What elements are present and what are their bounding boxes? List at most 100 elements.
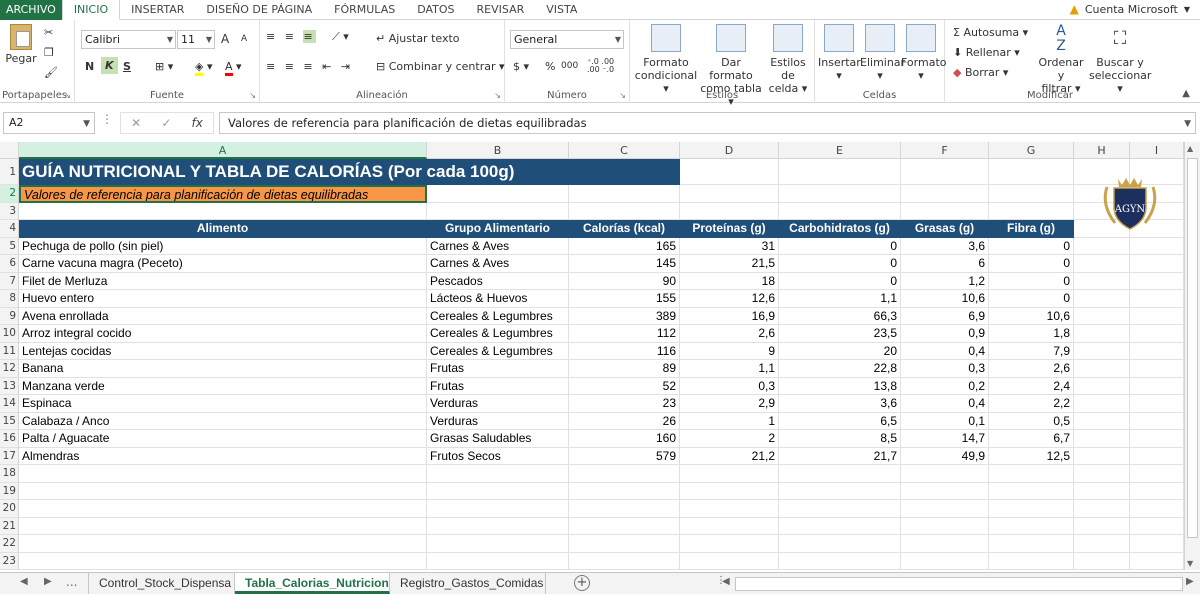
cell[interactable] xyxy=(779,465,901,483)
cell[interactable] xyxy=(680,185,779,203)
cell[interactable] xyxy=(427,202,569,220)
cell[interactable] xyxy=(1074,272,1130,290)
tab-revisar[interactable]: REVISAR xyxy=(466,0,536,20)
food-name-cell[interactable]: Palta / Aguacate xyxy=(19,430,427,448)
underline-button[interactable]: S xyxy=(123,60,131,73)
nutrient-value-cell[interactable]: 2,4 xyxy=(989,377,1074,395)
nutrient-value-cell[interactable]: 3,6 xyxy=(779,395,901,413)
row-header[interactable]: 5 xyxy=(0,237,19,255)
launcher-icon[interactable]: ↘ xyxy=(494,91,501,100)
cell[interactable] xyxy=(1130,307,1184,325)
scroll-up-icon[interactable]: ▲ xyxy=(1187,144,1193,153)
orientation-icon[interactable]: ⟋ ▾ xyxy=(332,30,349,44)
cell[interactable] xyxy=(680,202,779,220)
cell[interactable] xyxy=(779,185,901,203)
food-name-cell[interactable]: Pechuga de pollo (sin piel) xyxy=(19,237,427,255)
food-group-cell[interactable]: Pescados xyxy=(427,272,569,290)
cell[interactable] xyxy=(779,202,901,220)
food-group-cell[interactable]: Cereales & Legumbres xyxy=(427,307,569,325)
nutrient-value-cell[interactable]: 6,9 xyxy=(901,307,989,325)
cell[interactable] xyxy=(989,482,1074,500)
nutrient-value-cell[interactable]: 13,8 xyxy=(779,377,901,395)
nutrient-value-cell[interactable]: 0,4 xyxy=(901,342,989,360)
cell[interactable] xyxy=(1074,255,1130,273)
cell[interactable] xyxy=(1130,412,1184,430)
cell[interactable] xyxy=(1130,552,1184,570)
nutrient-value-cell[interactable]: 26 xyxy=(569,412,680,430)
cell[interactable] xyxy=(569,185,680,203)
cell[interactable] xyxy=(779,535,901,553)
food-group-cell[interactable]: Carnes & Aves xyxy=(427,255,569,273)
nutrient-value-cell[interactable]: 0,2 xyxy=(901,377,989,395)
cell[interactable] xyxy=(569,202,680,220)
table-header[interactable]: Grasas (g) xyxy=(901,220,989,238)
cell[interactable] xyxy=(1074,307,1130,325)
launcher-icon[interactable]: ↘ xyxy=(64,91,71,100)
font-color-icon[interactable]: A ▾ xyxy=(225,60,242,76)
column-header-a[interactable]: A xyxy=(19,142,427,159)
delete-cells-button[interactable]: Eliminar ▾ xyxy=(860,24,905,82)
nutrient-value-cell[interactable]: 6,5 xyxy=(779,412,901,430)
row-header[interactable]: 13 xyxy=(0,377,19,395)
cell[interactable] xyxy=(901,202,989,220)
cell[interactable] xyxy=(1130,325,1184,343)
cell[interactable] xyxy=(1130,517,1184,535)
row-header[interactable]: 7 xyxy=(0,272,19,290)
food-name-cell[interactable]: Banana xyxy=(19,360,427,378)
food-name-cell[interactable]: Carne vacuna magra (Peceto) xyxy=(19,255,427,273)
food-name-cell[interactable]: Espinaca xyxy=(19,395,427,413)
cell[interactable] xyxy=(427,185,569,203)
cell[interactable] xyxy=(901,500,989,518)
nutrient-value-cell[interactable]: 1,1 xyxy=(680,360,779,378)
cell[interactable] xyxy=(1130,237,1184,255)
cell[interactable] xyxy=(569,482,680,500)
table-header[interactable]: Grupo Alimentario xyxy=(427,220,569,238)
nutrient-value-cell[interactable]: 165 xyxy=(569,237,680,255)
column-header-i[interactable]: I xyxy=(1130,142,1184,159)
italic-button[interactable]: K xyxy=(101,57,118,74)
row-header[interactable]: 1 xyxy=(0,159,19,185)
thousands-button[interactable]: 000 xyxy=(561,61,578,71)
cell[interactable] xyxy=(989,535,1074,553)
nutrient-value-cell[interactable]: 0,1 xyxy=(901,412,989,430)
nutrient-value-cell[interactable]: 10,6 xyxy=(901,290,989,308)
nutrient-value-cell[interactable]: 49,9 xyxy=(901,447,989,465)
row-header[interactable]: 22 xyxy=(0,535,19,553)
nutrient-value-cell[interactable]: 2 xyxy=(680,430,779,448)
cell[interactable] xyxy=(989,552,1074,570)
food-name-cell[interactable]: Avena enrollada xyxy=(19,307,427,325)
nutrient-value-cell[interactable]: 20 xyxy=(779,342,901,360)
column-header-b[interactable]: B xyxy=(427,142,569,159)
paste-button[interactable]: Pegar xyxy=(4,24,38,65)
tab-archivo[interactable]: ARCHIVO xyxy=(0,0,62,20)
cell[interactable] xyxy=(989,202,1074,220)
tab-insertar[interactable]: INSERTAR xyxy=(120,0,195,20)
name-box[interactable]: A2 ▼ xyxy=(3,112,95,134)
nutrient-value-cell[interactable]: 3,6 xyxy=(901,237,989,255)
cell[interactable] xyxy=(19,482,427,500)
cell[interactable] xyxy=(1074,535,1130,553)
food-group-cell[interactable]: Grasas Saludables xyxy=(427,430,569,448)
sheet-subtitle-selected[interactable]: Valores de referencia para planificación… xyxy=(19,185,427,203)
row-header[interactable]: 18 xyxy=(0,465,19,483)
sheet-title[interactable]: GUÍA NUTRICIONAL Y TABLA DE CALORÍAS (Po… xyxy=(19,159,680,185)
row-header[interactable]: 11 xyxy=(0,342,19,360)
nutrient-value-cell[interactable]: 21,7 xyxy=(779,447,901,465)
nutrient-value-cell[interactable]: 21,2 xyxy=(680,447,779,465)
column-header-h[interactable]: H xyxy=(1074,142,1130,159)
row-header[interactable]: 2 xyxy=(0,185,19,203)
nutrient-value-cell[interactable]: 89 xyxy=(569,360,680,378)
food-group-cell[interactable]: Frutos Secos xyxy=(427,447,569,465)
format-painter-icon[interactable]: 🖌 xyxy=(44,66,58,79)
food-group-cell[interactable]: Carnes & Aves xyxy=(427,237,569,255)
select-all-corner[interactable] xyxy=(0,142,19,159)
collapse-ribbon-icon[interactable]: ▲ xyxy=(1182,88,1190,99)
cell[interactable] xyxy=(1074,290,1130,308)
cell[interactable] xyxy=(901,535,989,553)
cell[interactable] xyxy=(569,465,680,483)
food-group-cell[interactable]: Frutas xyxy=(427,377,569,395)
cell[interactable] xyxy=(1074,552,1130,570)
nutrient-value-cell[interactable]: 7,9 xyxy=(989,342,1074,360)
column-header-c[interactable]: C xyxy=(569,142,680,159)
cell[interactable] xyxy=(1130,447,1184,465)
